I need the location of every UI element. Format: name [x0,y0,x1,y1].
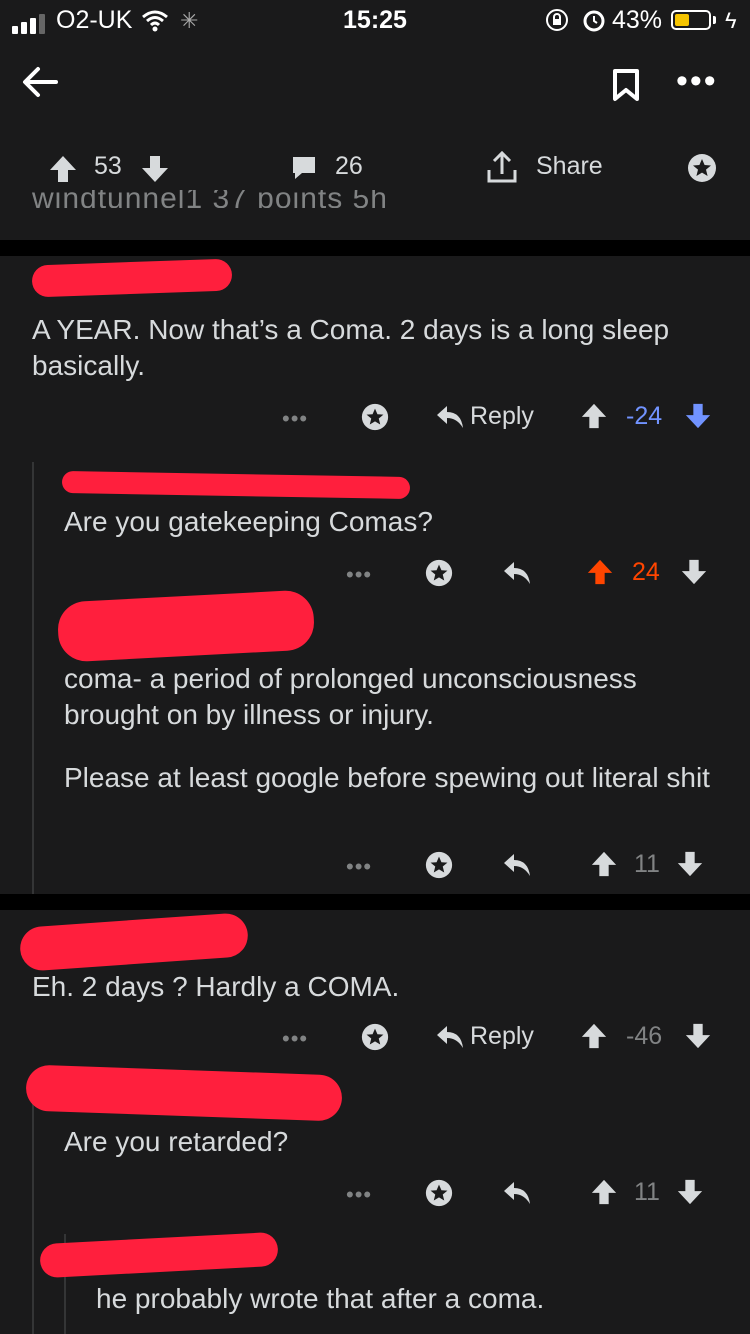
reply-button[interactable]: Reply [470,402,534,431]
more-dots-icon[interactable]: ••• [346,854,372,880]
comment-actions: ••• 24 [0,556,750,596]
section-divider [0,240,750,256]
comment-text: he probably wrote that after a coma. [96,1283,545,1314]
comment-actions: ••• Reply -24 [0,400,750,440]
reply-icon[interactable] [435,404,465,430]
battery-percent: 43% [612,6,663,34]
reply-icon[interactable] [502,560,532,586]
comment-count: 26 [335,152,363,180]
battery-icon [671,10,711,30]
more-dots-icon[interactable]: ••• [346,1182,372,1208]
comment-text: Please at least google before spewing ou… [64,762,710,793]
award-icon[interactable] [424,1178,454,1208]
redacted-username [56,589,316,663]
section-divider [0,894,750,910]
thread-line [32,462,34,894]
comment-text: Eh. 2 days ? Hardly a COMA. [32,971,400,1002]
comment-score: -46 [626,1022,663,1050]
comment-text: A YEAR. Now that’s a Coma. 2 days is a l… [32,314,670,381]
post-header: ••• 53 26 Share windtunnel1 37 points 5h [0,40,750,240]
reply-button[interactable]: Reply [470,1022,534,1051]
redacted-username [61,470,411,500]
upvote-icon[interactable] [590,850,618,878]
redacted-username [39,1231,279,1279]
downvote-icon[interactable] [676,850,704,878]
downvote-icon[interactable] [140,154,170,184]
more-dots-icon[interactable]: ••• [346,562,372,588]
redacted-username [25,1064,343,1122]
upvote-icon[interactable] [590,1178,618,1206]
more-dots-icon[interactable]: ••• [282,406,308,432]
comment-actions: ••• Reply -46 [0,1020,750,1060]
upvote-icon[interactable] [580,1022,608,1050]
comment-score: 24 [632,558,660,586]
comment-actions: ••• 11 [0,1176,750,1216]
post-meta-cut: windtunnel1 37 points 5h [32,190,388,208]
share-icon[interactable] [486,150,518,184]
alarm-icon [583,10,605,32]
award-icon[interactable] [360,1022,390,1052]
back-arrow-icon[interactable] [20,62,60,102]
comments-icon[interactable] [290,154,318,182]
downvote-icon[interactable] [684,1022,712,1050]
award-icon[interactable] [686,152,718,184]
comment-score: -24 [626,402,663,430]
comment-text: Are you retarded? [64,1126,289,1157]
downvote-icon[interactable] [676,1178,704,1206]
comment-text: Are you gatekeeping Comas? [64,506,433,537]
reply-icon[interactable] [502,852,532,878]
status-bar: O2-UK ✳ 15:25 43% ϟ [0,0,750,40]
save-bookmark-icon[interactable] [612,68,640,102]
charging-icon: ϟ [725,8,737,33]
comment-actions: ••• 11 [0,848,750,888]
upvote-icon[interactable] [586,558,614,586]
post-score: 53 [94,152,122,180]
downvote-icon[interactable] [680,558,708,586]
award-icon[interactable] [360,402,390,432]
upvote-icon[interactable] [580,402,608,430]
award-icon[interactable] [424,850,454,880]
comment-text: coma- a period of prolonged unconsciousn… [64,663,637,730]
more-options-icon[interactable]: ••• [676,62,718,101]
more-dots-icon[interactable]: ••• [282,1026,308,1052]
comment-score: 11 [634,1178,660,1206]
downvote-icon[interactable] [684,402,712,430]
comment-score: 11 [634,850,660,878]
redacted-username [31,258,233,298]
award-icon[interactable] [424,558,454,588]
reply-icon[interactable] [502,1180,532,1206]
redacted-username [18,912,250,972]
upvote-icon[interactable] [48,154,78,184]
reply-icon[interactable] [435,1024,465,1050]
rotation-lock-icon [546,9,568,31]
share-label[interactable]: Share [536,152,603,181]
